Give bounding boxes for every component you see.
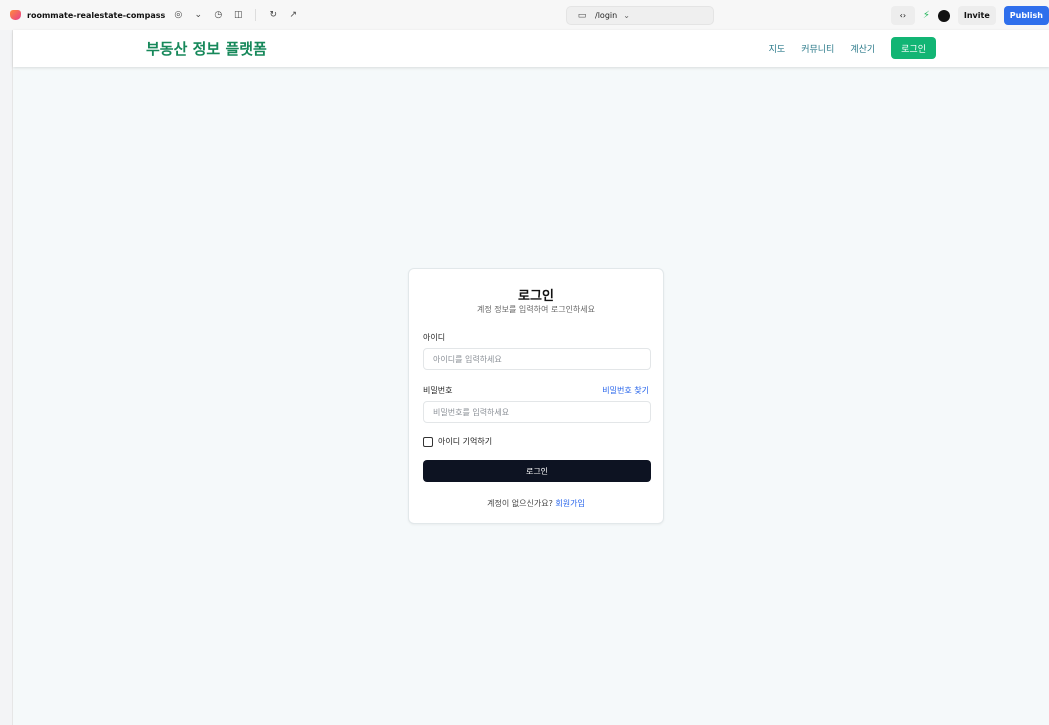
password-input[interactable] bbox=[423, 401, 651, 423]
app-logo-icon bbox=[10, 10, 21, 20]
forgot-password-link[interactable]: 비밀번호 찾기 bbox=[602, 385, 649, 396]
login-card: 로그인 계정 정보를 입력하여 로그인하세요 아이디 비밀번호 비밀번호 찾기 … bbox=[408, 268, 664, 524]
toolbar-actions: ‹› ⚡ Invite Publish bbox=[890, 6, 1049, 25]
site-brand[interactable]: 부동산 정보 플랫폼 bbox=[146, 38, 267, 59]
project-selector[interactable]: roommate-realestate-compass ◎ ⌄ ◷ ◫ ↻ ↗ bbox=[10, 0, 300, 30]
github-icon[interactable] bbox=[937, 9, 950, 22]
open-external-icon[interactable]: ↗ bbox=[286, 8, 300, 22]
site-header: 부동산 정보 플랫폼 지도 커뮤니티 계산기 로그인 bbox=[13, 30, 1049, 67]
chevron-down-icon: ⌄ bbox=[623, 11, 630, 20]
header-login-button[interactable]: 로그인 bbox=[891, 37, 936, 59]
remember-id-checkbox[interactable] bbox=[423, 436, 433, 447]
publish-button[interactable]: Publish bbox=[1003, 6, 1049, 25]
login-title: 로그인 bbox=[518, 289, 554, 304]
remember-id[interactable]: 아이디 기억하기 bbox=[423, 436, 492, 447]
signup-prompt-text: 계정이 없으신가요? bbox=[487, 499, 553, 508]
id-input[interactable] bbox=[423, 348, 651, 370]
login-submit-button[interactable]: 로그인 bbox=[423, 460, 651, 482]
sidebar-toggle-icon[interactable]: ◫ bbox=[231, 8, 245, 22]
url-text: /login bbox=[595, 11, 618, 20]
code-view-button[interactable]: ‹› bbox=[890, 6, 915, 25]
app-preview: 부동산 정보 플랫폼 지도 커뮤니티 계산기 로그인 로그인 계정 정보를 입력… bbox=[12, 30, 1049, 725]
chevron-down-icon[interactable]: ⌄ bbox=[191, 8, 205, 22]
nav-calculator[interactable]: 계산기 bbox=[850, 42, 875, 55]
invite-button[interactable]: Invite bbox=[957, 6, 996, 25]
id-label: 아이디 bbox=[423, 333, 446, 342]
history-icon[interactable]: ◷ bbox=[211, 8, 225, 22]
password-label: 비밀번호 bbox=[423, 386, 453, 395]
nav-community[interactable]: 커뮤니티 bbox=[801, 42, 834, 55]
main-nav: 지도 커뮤니티 계산기 로그인 bbox=[769, 36, 936, 60]
refresh-icon[interactable]: ↻ bbox=[266, 8, 280, 22]
signup-prompt: 계정이 없으신가요? 회원가입 bbox=[409, 498, 663, 509]
globe-icon[interactable]: ◎ bbox=[171, 8, 185, 22]
signup-link[interactable]: 회원가입 bbox=[555, 499, 584, 508]
nav-map[interactable]: 지도 bbox=[769, 42, 786, 55]
url-bar[interactable]: ▭ /login ⌄ bbox=[566, 6, 714, 25]
monitor-icon: ▭ bbox=[577, 10, 587, 21]
remember-id-label: 아이디 기억하기 bbox=[438, 437, 493, 446]
toolbar-divider bbox=[255, 9, 257, 21]
project-name: roommate-realestate-compass bbox=[27, 10, 166, 20]
bolt-icon[interactable]: ⚡ bbox=[923, 10, 930, 21]
login-subtitle: 계정 정보를 입력하여 로그인하세요 bbox=[476, 305, 596, 314]
